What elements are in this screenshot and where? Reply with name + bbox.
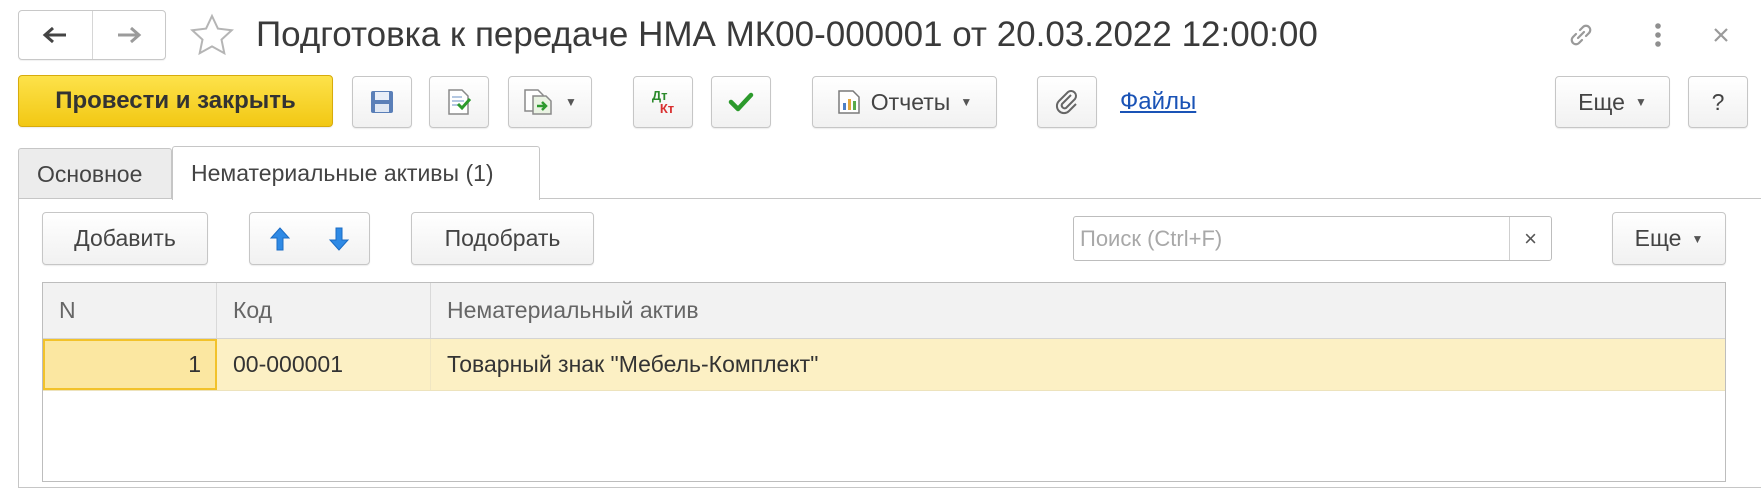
assets-table: N Код Нематериальный актив 1 00-000001 Т… [42, 282, 1726, 482]
post-and-close-button[interactable]: Провести и закрыть [18, 75, 333, 127]
reports-icon [838, 90, 860, 114]
dt-kt-button[interactable]: Дт Кт [633, 76, 693, 128]
files-link[interactable]: Файлы [1120, 88, 1196, 116]
dt-kt-icon: Дт Кт [652, 89, 674, 115]
arrow-down-icon [329, 227, 350, 251]
chevron-down-icon: ▼ [1691, 231, 1704, 246]
checkmark-icon [728, 92, 754, 112]
chevron-down-icon: ▼ [565, 95, 577, 109]
help-button[interactable]: ? [1688, 76, 1748, 128]
arrow-up-icon [269, 226, 290, 250]
arrow-right-icon [117, 26, 142, 44]
post-document-icon [448, 89, 472, 115]
move-down-button[interactable] [310, 213, 370, 264]
kt-label: Кт [659, 101, 675, 116]
link-icon[interactable] [1563, 17, 1599, 53]
column-header-n[interactable]: N [43, 283, 217, 338]
row-number-cell[interactable]: 1 [43, 339, 217, 390]
save-button[interactable] [352, 76, 412, 128]
post-button[interactable] [429, 76, 489, 128]
column-header-code[interactable]: Код [217, 283, 431, 338]
move-buttons [249, 212, 370, 265]
paperclip-icon [1055, 90, 1077, 115]
vertical-dots-icon[interactable] [1640, 17, 1676, 53]
column-header-asset[interactable]: Нематериальный актив [431, 283, 1725, 338]
floppy-disk-icon [371, 91, 393, 113]
navigation-buttons [18, 10, 166, 60]
arrow-left-icon [42, 26, 67, 44]
search-input[interactable] [1074, 217, 1509, 260]
clear-search-button[interactable]: × [1509, 217, 1551, 260]
pick-button[interactable]: Подобрать [411, 212, 594, 265]
tab-intangible-assets[interactable]: Нематериальные активы (1) [172, 146, 540, 200]
more-label: Еще [1578, 88, 1625, 115]
table-row[interactable]: 1 00-000001 Товарный знак "Мебель-Компле… [43, 339, 1725, 391]
star-outline-icon[interactable] [188, 12, 236, 60]
check-button[interactable] [711, 76, 771, 128]
create-based-on-icon [524, 89, 552, 115]
code-cell[interactable]: 00-000001 [217, 339, 431, 390]
create-based-on-button[interactable]: ▼ [508, 76, 592, 128]
more-button[interactable]: Еще ▼ [1555, 76, 1670, 128]
forward-button[interactable] [91, 11, 166, 59]
close-glyph [1714, 28, 1728, 42]
table-more-label: Еще [1634, 225, 1682, 251]
vertical-dots-glyph [1655, 23, 1661, 47]
attach-button[interactable] [1037, 76, 1097, 128]
reports-button[interactable]: Отчеты ▼ [812, 76, 997, 128]
chevron-down-icon: ▼ [960, 95, 973, 109]
table-header: N Код Нематериальный актив [43, 283, 1725, 339]
search-field: × [1073, 216, 1552, 261]
asset-cell[interactable]: Товарный знак "Мебель-Комплект" [431, 339, 1725, 390]
move-up-button[interactable] [250, 213, 310, 264]
add-button[interactable]: Добавить [42, 212, 208, 265]
back-button[interactable] [19, 11, 92, 59]
reports-label: Отчеты [870, 88, 951, 115]
chevron-down-icon: ▼ [1634, 95, 1647, 109]
table-more-button[interactable]: Еще ▼ [1612, 212, 1726, 265]
page-title: Подготовка к передаче НМА МК00-000001 от… [256, 15, 1318, 54]
link-icon-glyph [1570, 24, 1592, 46]
tab-main[interactable]: Основное [18, 148, 172, 199]
close-icon[interactable] [1703, 17, 1739, 53]
